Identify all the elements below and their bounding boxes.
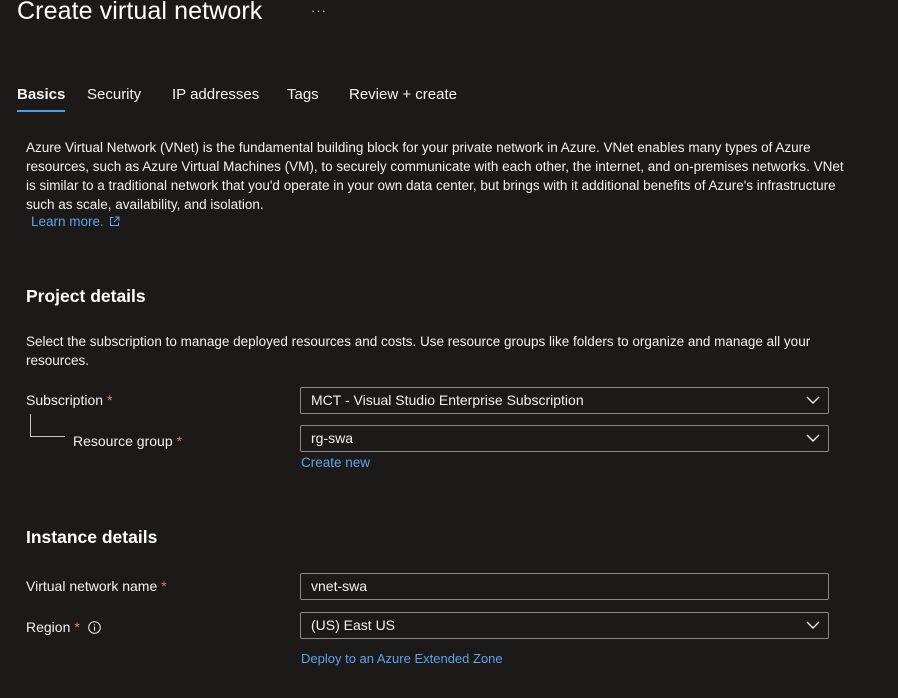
required-marker: * xyxy=(74,619,80,635)
chevron-down-icon xyxy=(806,396,820,404)
info-icon[interactable] xyxy=(87,621,101,634)
learn-more-label: Learn more. xyxy=(31,214,104,229)
tab-security[interactable]: Security xyxy=(87,86,141,103)
tab-basics[interactable]: Basics xyxy=(17,86,66,112)
project-details-description: Select the subscription to manage deploy… xyxy=(26,334,811,368)
region-select[interactable]: (US) East US xyxy=(300,612,829,639)
region-value: (US) East US xyxy=(311,617,396,633)
resource-group-label: Resource group * xyxy=(73,433,183,449)
resource-group-select[interactable]: rg-swa xyxy=(300,425,829,452)
subscription-select[interactable]: MCT - Visual Studio Enterprise Subscript… xyxy=(300,387,829,414)
chevron-down-icon xyxy=(806,621,820,629)
required-marker: * xyxy=(176,433,183,449)
tab-tags[interactable]: Tags xyxy=(287,86,319,103)
subscription-value: MCT - Visual Studio Enterprise Subscript… xyxy=(311,392,584,408)
vnet-name-value: vnet-swa xyxy=(311,578,368,594)
project-details-heading: Project details xyxy=(26,286,146,306)
vnet-name-input[interactable]: vnet-swa xyxy=(300,573,829,600)
tab-review-create[interactable]: Review + create xyxy=(349,86,457,103)
deploy-extended-zone-link[interactable]: Deploy to an Azure Extended Zone xyxy=(301,651,503,666)
intro-description: Azure Virtual Network (VNet) is the fund… xyxy=(26,140,844,212)
create-vnet-page: Create virtual network ··· Basics Securi… xyxy=(0,0,898,698)
tree-connector-vertical xyxy=(30,414,31,436)
instance-details-heading: Instance details xyxy=(26,527,158,547)
vnet-name-label: Virtual network name * xyxy=(26,578,167,594)
chevron-down-icon xyxy=(806,434,820,442)
tab-ip-addresses[interactable]: IP addresses xyxy=(172,86,259,103)
create-new-resource-group-link[interactable]: Create new xyxy=(301,455,370,470)
external-link-icon xyxy=(109,216,120,226)
resource-group-value: rg-swa xyxy=(311,430,354,446)
required-marker: * xyxy=(161,578,167,594)
subscription-label: Subscription * xyxy=(26,392,113,408)
page-title: Create virtual network xyxy=(17,0,263,25)
learn-more-link[interactable]: Learn more. xyxy=(31,214,120,229)
region-label: Region * xyxy=(26,619,101,635)
more-options-button[interactable]: ··· xyxy=(311,3,327,18)
tree-connector-horizontal xyxy=(30,436,65,437)
required-marker: * xyxy=(107,392,113,408)
